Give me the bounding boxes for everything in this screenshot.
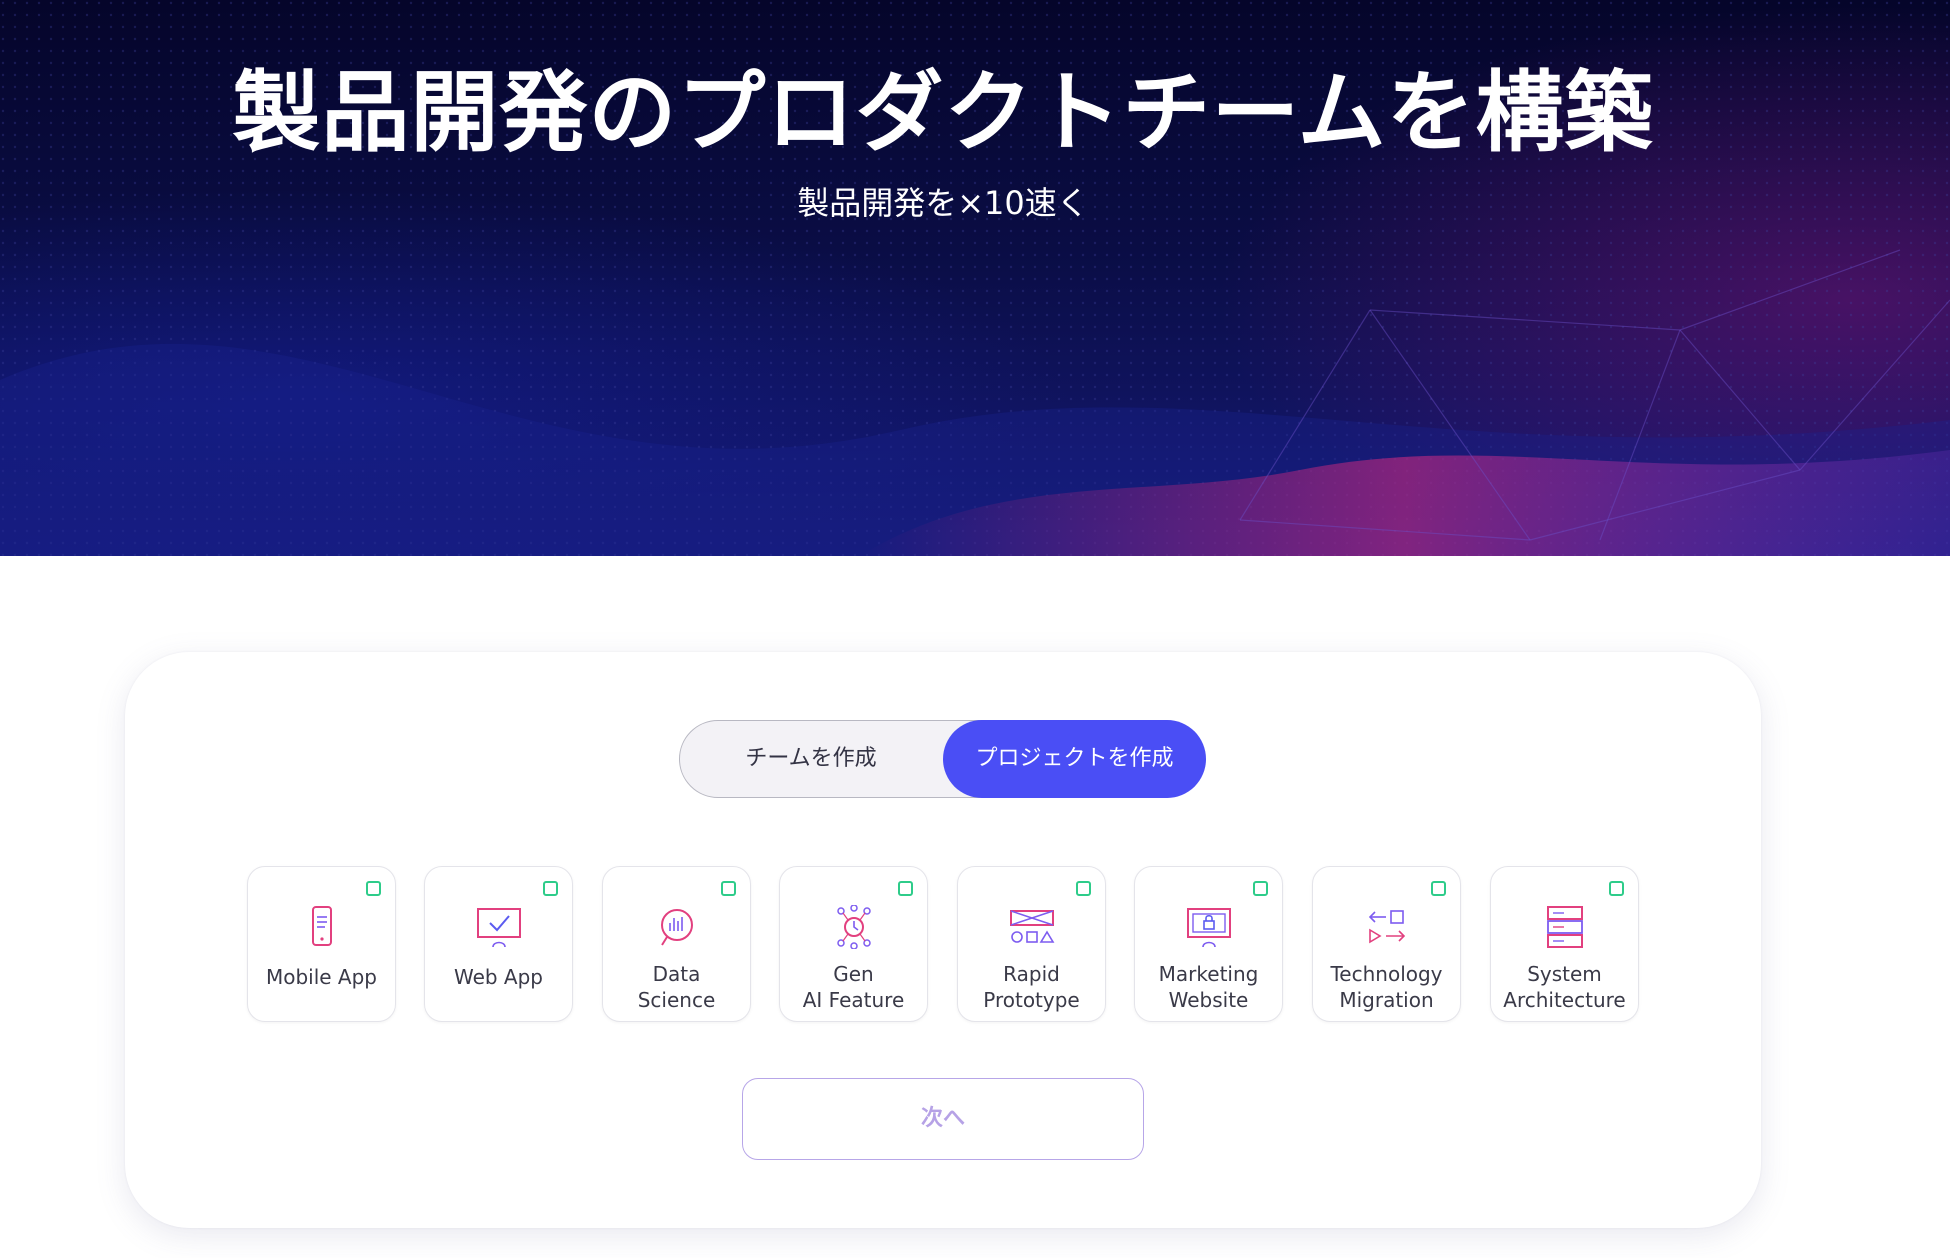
magnifier-chart-icon — [660, 909, 693, 946]
tile-label: Marketing Website — [1158, 962, 1259, 1012]
page-title: 製品開発のプロダクトチームを構築 — [232, 61, 1654, 164]
arrows-migration-icon — [1368, 910, 1405, 944]
tile-web-app[interactable]: Web App — [424, 866, 573, 1022]
monitor-check-icon — [476, 908, 521, 948]
project-type-list: Mobile App Web App Data Science Gen AI F… — [247, 866, 1639, 1022]
tile-mobile-app[interactable]: Mobile App — [247, 866, 396, 1022]
checkbox[interactable] — [366, 881, 381, 896]
create-project-toggle[interactable]: プロジェクトを作成 — [943, 719, 1206, 798]
mobile-phone-icon — [311, 906, 332, 946]
tile-data-science[interactable]: Data Science — [602, 866, 751, 1022]
checkbox[interactable] — [1609, 881, 1624, 896]
tile-gen-ai-feature[interactable]: Gen AI Feature — [779, 866, 928, 1022]
tile-label: Rapid Prototype — [983, 962, 1080, 1012]
next-button[interactable]: 次へ — [742, 1078, 1144, 1160]
checkbox[interactable] — [898, 881, 913, 896]
tile-label: System Architecture — [1503, 962, 1626, 1012]
mode-toggle: チームを作成 プロジェクトを作成 — [679, 719, 1206, 798]
create-team-toggle[interactable]: チームを作成 — [680, 720, 942, 798]
tile-label: Web App — [453, 965, 544, 989]
checkbox[interactable] — [543, 881, 558, 896]
tile-technology-migration[interactable]: Technology Migration — [1312, 866, 1461, 1022]
network-clock-icon — [836, 905, 871, 949]
tile-rapid-prototype[interactable]: Rapid Prototype — [957, 866, 1106, 1022]
tile-label: Data Science — [637, 962, 716, 1012]
server-stack-icon — [1546, 906, 1583, 948]
monitor-lock-icon — [1186, 908, 1231, 948]
checkbox[interactable] — [1076, 881, 1091, 896]
hero-banner: 製品開発のプロダクトチームを構築 製品開発を×10速く — [0, 0, 1950, 556]
tile-label: Technology Migration — [1330, 962, 1443, 1012]
checkbox[interactable] — [721, 881, 736, 896]
tile-label: Mobile App — [265, 965, 378, 989]
tile-marketing-website[interactable]: Marketing Website — [1134, 866, 1283, 1022]
checkbox[interactable] — [1431, 881, 1446, 896]
checkbox[interactable] — [1253, 881, 1268, 896]
project-builder-card: チームを作成 プロジェクトを作成 Mobile App Web App Data… — [125, 652, 1761, 1228]
shapes-icon — [1009, 910, 1054, 943]
tile-label: Gen AI Feature — [802, 962, 905, 1012]
page-subtitle: 製品開発を×10速く — [797, 184, 1089, 222]
tile-system-architecture[interactable]: System Architecture — [1490, 866, 1639, 1022]
